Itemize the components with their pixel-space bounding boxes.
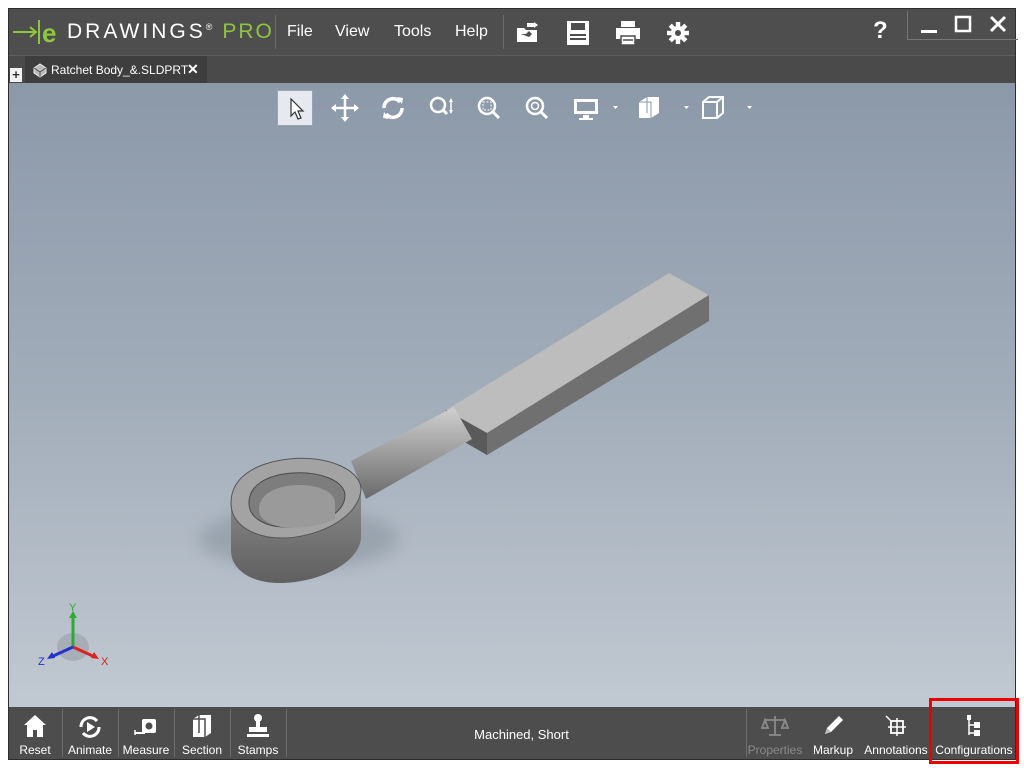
measure-icon <box>134 719 156 735</box>
section-label: Section <box>181 743 223 757</box>
section-button[interactable]: Section <box>175 707 229 759</box>
markup-button[interactable]: Markup <box>806 707 860 759</box>
menu-help[interactable]: Help <box>455 9 488 55</box>
markup-label: Markup <box>812 743 853 757</box>
annotation-icon <box>885 715 906 736</box>
configuration-status: Machined, Short <box>474 727 569 742</box>
close-tab-icon[interactable]: ✕ <box>187 61 199 78</box>
window-controls <box>907 11 1018 40</box>
reset-button[interactable]: Reset <box>9 707 61 759</box>
annotations-button[interactable]: Annotations <box>862 707 930 759</box>
save-icon[interactable] <box>564 20 592 46</box>
section-icon <box>193 715 211 737</box>
triad-z-label: Z <box>38 656 45 668</box>
triad-x-label: X <box>101 656 109 668</box>
title-separator <box>275 15 276 49</box>
triad-y-label: Y <box>69 603 77 614</box>
minimize-icon[interactable] <box>920 17 938 35</box>
measure-button[interactable]: Measure <box>119 707 173 759</box>
open-icon[interactable] <box>514 20 542 46</box>
new-tab-button[interactable]: + <box>10 68 22 82</box>
menu-view[interactable]: View <box>335 9 369 55</box>
gear-icon[interactable] <box>664 20 692 46</box>
properties-button[interactable]: Properties <box>747 707 803 759</box>
annotations-label: Annotations <box>864 743 928 757</box>
measure-label: Measure <box>122 743 170 757</box>
document-tab-label: Ratchet Body_&.SLDPRT <box>51 63 189 77</box>
stamps-label: Stamps <box>237 743 279 757</box>
app-window: e DRAWINGS® PRO File View Tools Help ? +… <box>8 8 1018 760</box>
home-icon <box>24 715 46 737</box>
brand-edition: PRO <box>222 20 274 43</box>
properties-label: Properties <box>747 743 803 757</box>
pencil-icon <box>825 716 843 734</box>
document-tab-bar: + Ratchet Body_&.SLDPRT ✕ <box>9 55 1015 84</box>
model-viewport[interactable]: Y X Z <box>9 83 1015 707</box>
svg-text:e: e <box>42 18 56 47</box>
logo-arrow-icon: e <box>13 18 56 47</box>
brand-name: DRAWINGS® PRO <box>67 20 274 43</box>
ratchet-model[interactable] <box>9 83 1015 707</box>
menu-tools[interactable]: Tools <box>394 9 431 55</box>
animate-icon <box>79 716 101 738</box>
title-bar: e DRAWINGS® PRO File View Tools Help ? <box>9 9 1018 55</box>
close-icon[interactable] <box>988 14 1008 34</box>
document-tab[interactable]: Ratchet Body_&.SLDPRT ✕ <box>25 56 207 83</box>
menu-file[interactable]: File <box>287 9 313 55</box>
animate-label: Animate <box>67 743 113 757</box>
edrawings-logo: e DRAWINGS® PRO <box>9 9 275 55</box>
print-icon[interactable] <box>614 20 642 46</box>
stamp-icon <box>247 714 269 737</box>
title-separator <box>503 15 504 49</box>
bottom-command-bar: Reset Animate Measure Section Stamps Mac… <box>9 707 1015 759</box>
part-file-icon <box>33 63 47 78</box>
reset-label: Reset <box>19 743 51 757</box>
animate-button[interactable]: Animate <box>63 707 117 759</box>
configurations-highlight-box <box>929 698 1019 764</box>
maximize-icon[interactable] <box>954 15 972 33</box>
stamps-button[interactable]: Stamps <box>231 707 285 759</box>
scale-icon <box>761 716 789 736</box>
help-button[interactable]: ? <box>873 17 888 45</box>
axis-triad: Y X Z <box>38 603 109 668</box>
